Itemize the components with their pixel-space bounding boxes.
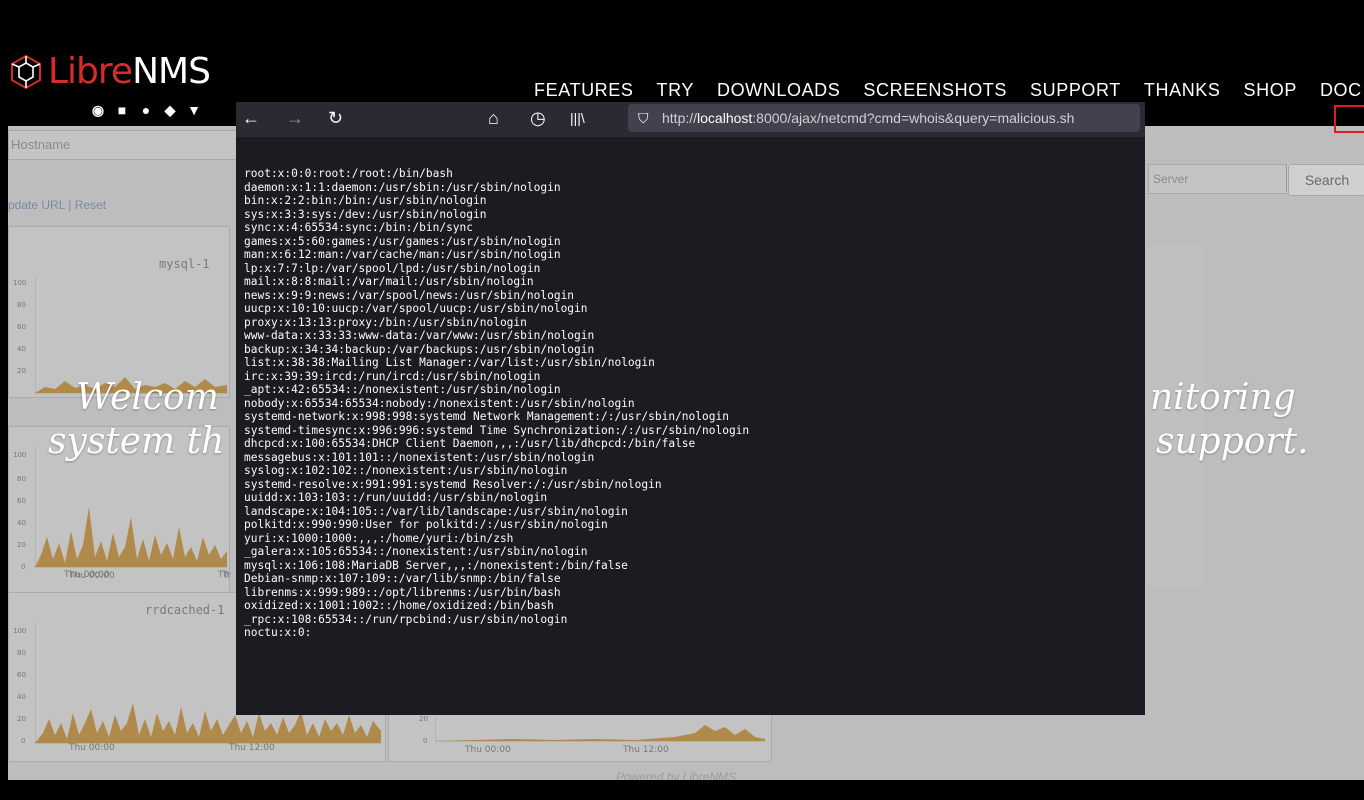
welcome-line2-right: support. (1156, 421, 1309, 462)
main-nav: FEATURES TRY DOWNLOADS SCREENSHOTS SUPPO… (534, 80, 1362, 101)
url-text[interactable]: http://localhost:8000/ajax/netcmd?cmd=wh… (662, 110, 1074, 126)
y-tick: 100 (13, 451, 27, 459)
browser-toolbar: ← → ↻ ⌂ ◷ |||\ ⛉ http://localhost:8000/a… (236, 102, 1364, 136)
x-tick: Thu 12:00 (623, 745, 669, 755)
y-tick: 100 (13, 627, 27, 635)
y-tick: 0 (21, 737, 26, 745)
forward-icon[interactable]: → (286, 108, 304, 128)
graph-title: rrdcached-1 (145, 603, 225, 617)
y-tick: 60 (17, 671, 26, 679)
y-tick: 60 (17, 323, 26, 331)
reset-link[interactable]: Reset (75, 198, 106, 212)
welcome-line1-right: nitoring (1150, 377, 1296, 418)
url-highlight-box (1334, 105, 1364, 133)
y-tick: 40 (17, 693, 26, 701)
nav-downloads[interactable]: DOWNLOADS (717, 80, 840, 101)
logo-libre: Libre (48, 51, 133, 92)
history-icon[interactable]: ◷ (530, 108, 546, 128)
graph-panel: mysql-1 100 80 60 40 20 (8, 226, 230, 398)
y-tick: 60 (17, 497, 26, 505)
nav-docs[interactable]: DOC (1320, 80, 1362, 101)
github-icon[interactable]: ◉ (90, 102, 106, 119)
server-select[interactable]: Server ▲▼ (1148, 164, 1307, 194)
update-links: pdate URL | Reset (8, 198, 106, 212)
screen: LibreNMS ◉ ■ ● ◆ ▼ FEATURES TRY DOWNLOAD… (8, 0, 1364, 800)
search-button[interactable]: Search (1288, 164, 1364, 196)
librenms-logo[interactable]: LibreNMS (8, 50, 211, 94)
welcome-line2-left: system th (48, 421, 225, 462)
url-path: :8000/ajax/netcmd?cmd=whois&query=malici… (752, 110, 1075, 126)
back-icon[interactable]: ← (242, 108, 260, 128)
x-tick: Thu 00:00 (64, 570, 110, 580)
y-tick: 0 (21, 563, 26, 571)
page-content: root:x:0:0:root:/root:/bin/bash daemon:x… (236, 137, 1145, 715)
y-tick: 0 (423, 737, 428, 745)
y-tick: 40 (17, 345, 26, 353)
logo-nms: NMS (132, 51, 211, 92)
shield-icon: ⛉ (638, 110, 649, 126)
browser-window: ← → ↻ ⌂ ◷ |||\ ⛉ http://localhost:8000/a… (236, 102, 1364, 715)
y-tick: 100 (13, 279, 27, 287)
twitter-icon[interactable]: ▼ (186, 102, 202, 119)
logo-mark-icon (8, 54, 44, 90)
logo-text: LibreNMS (48, 50, 211, 94)
x-tick: Thu 12:00 (229, 743, 275, 753)
y-tick: 40 (17, 519, 26, 527)
nav-thanks[interactable]: THANKS (1144, 80, 1221, 101)
welcome-line1-left: Welcom (76, 377, 219, 418)
library-icon[interactable]: |||\ (570, 108, 585, 128)
y-tick: 80 (17, 301, 26, 309)
reddit-icon[interactable]: ● (138, 102, 154, 119)
graph-panel: 20 0 Thu 00:00 Thu 12:00 (388, 714, 772, 762)
link-separator: | (68, 198, 72, 212)
chat-icon[interactable]: ◆ (162, 102, 178, 119)
graph-title: mysql-1 (159, 257, 210, 271)
command-output: root:x:0:0:root:/root:/bin/bash daemon:x… (244, 167, 750, 639)
facebook-icon[interactable]: ■ (114, 102, 130, 119)
nav-shop[interactable]: SHOP (1244, 80, 1297, 101)
social-links: ◉ ■ ● ◆ ▼ (90, 102, 202, 119)
home-icon[interactable]: ⌂ (488, 108, 499, 128)
y-tick: 20 (17, 715, 26, 723)
address-bar[interactable]: ⛉ http://localhost:8000/ajax/netcmd?cmd=… (628, 104, 1364, 133)
x-tick: Thu 00:00 (69, 743, 115, 753)
nav-try[interactable]: TRY (656, 80, 693, 101)
y-tick: 20 (17, 541, 26, 549)
update-url-link[interactable]: pdate URL (8, 198, 65, 212)
url-host: localhost (697, 110, 753, 126)
url-scheme: http:// (662, 110, 698, 126)
y-tick: 20 (17, 367, 26, 375)
reload-icon[interactable]: ↻ (328, 108, 343, 128)
graph-plot (435, 717, 765, 742)
y-tick: 80 (17, 475, 26, 483)
bottom-bar (0, 780, 1364, 800)
y-tick: 20 (419, 715, 428, 723)
x-tick: Thu 00:00 (465, 745, 511, 755)
nav-support[interactable]: SUPPORT (1030, 80, 1121, 101)
y-tick: 80 (17, 649, 26, 657)
nav-features[interactable]: FEATURES (534, 80, 633, 101)
nav-screenshots[interactable]: SCREENSHOTS (863, 80, 1007, 101)
server-select-value: Server (1153, 172, 1189, 186)
hostname-input[interactable]: Hostname (8, 130, 242, 160)
x-tick: Th (218, 570, 230, 580)
